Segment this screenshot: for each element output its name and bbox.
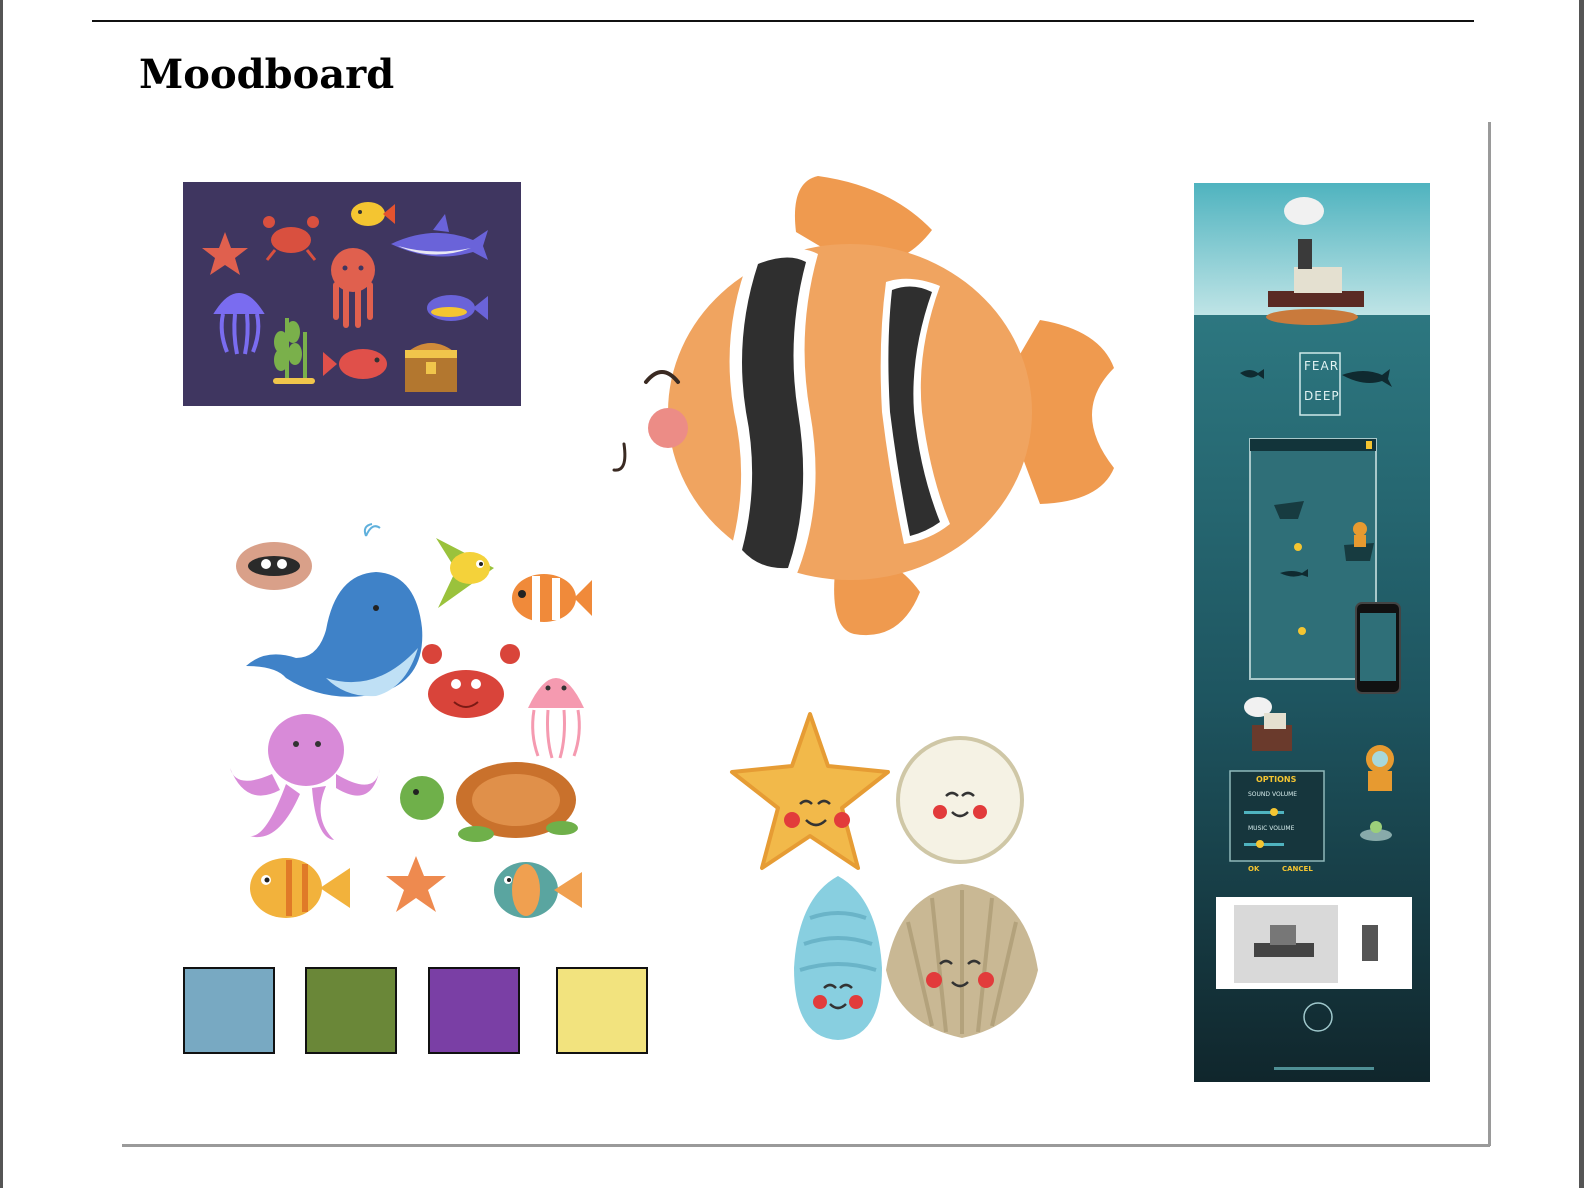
color-swatch-purple (428, 967, 520, 1054)
options-dialog (1229, 770, 1325, 862)
red-crab-icon (422, 644, 520, 718)
small-clownfish-icon (512, 574, 592, 622)
seaweed-icon (273, 318, 315, 384)
diver-character-icon (1366, 745, 1394, 791)
teal-fish-icon (494, 862, 582, 918)
stripe-1-black (742, 257, 806, 569)
music-slider-knob (1256, 840, 1264, 848)
panel-edge-bottom (122, 1144, 1490, 1147)
fish-cheek (648, 408, 688, 448)
coin-icon (1294, 543, 1302, 551)
crab-icon (263, 216, 319, 261)
sea-icons-image (183, 182, 521, 406)
shells-characters-image (718, 708, 1058, 1054)
clam-icon (236, 542, 312, 590)
page-title: Moodboard (139, 51, 395, 98)
striped-fish-icon (250, 858, 350, 918)
angelfish-icon (436, 538, 494, 608)
orange-starfish-icon (386, 856, 446, 912)
scallop-shell-icon (886, 884, 1038, 1038)
color-swatch-green (305, 967, 397, 1054)
turtle-icon (400, 762, 578, 842)
poster-logo-line1: FEAR (1304, 359, 1340, 373)
shark-icon (391, 214, 488, 260)
pink-jellyfish-icon (528, 678, 584, 759)
sand-dollar-icon (896, 736, 1024, 864)
sound-volume-label: SOUND VOLUME (1248, 791, 1298, 798)
clownfish-illustration (600, 172, 1120, 642)
pause-icon (1366, 441, 1372, 449)
spiral-shell-icon (794, 876, 882, 1040)
top-rule (92, 20, 1474, 22)
fish-body (668, 244, 1032, 580)
starfish-icon (202, 232, 248, 275)
jellyfish-icon (213, 293, 265, 355)
blue-fish-icon (427, 295, 488, 321)
cartoon-sea-characters-image (226, 518, 612, 938)
red-fish-icon (323, 349, 387, 379)
poster-logo-line2: DEEP (1304, 389, 1340, 403)
color-swatch-blue (183, 967, 275, 1054)
fish-mouth (612, 442, 627, 472)
cancel-button: CANCEL (1282, 865, 1313, 873)
ok-button: OK (1248, 865, 1260, 873)
yellow-fish-icon (351, 202, 395, 226)
panel-edge-right (1488, 122, 1491, 1146)
options-title: OPTIONS (1256, 775, 1297, 784)
octopus-icon (331, 248, 375, 328)
pink-octopus-icon (230, 714, 380, 840)
yellow-starfish-icon (730, 712, 890, 870)
color-swatch-yellow (556, 967, 648, 1054)
sound-slider-knob (1270, 808, 1278, 816)
page-border-left (0, 0, 3, 1188)
page-border-right (1579, 0, 1584, 1188)
game-poster-image: FEAR DEEP OPTIONS SOUND VOLUME MUSIC VOL… (1194, 183, 1430, 1082)
music-volume-label: MUSIC VOLUME (1248, 825, 1295, 832)
treasure-chest-icon (405, 343, 457, 392)
